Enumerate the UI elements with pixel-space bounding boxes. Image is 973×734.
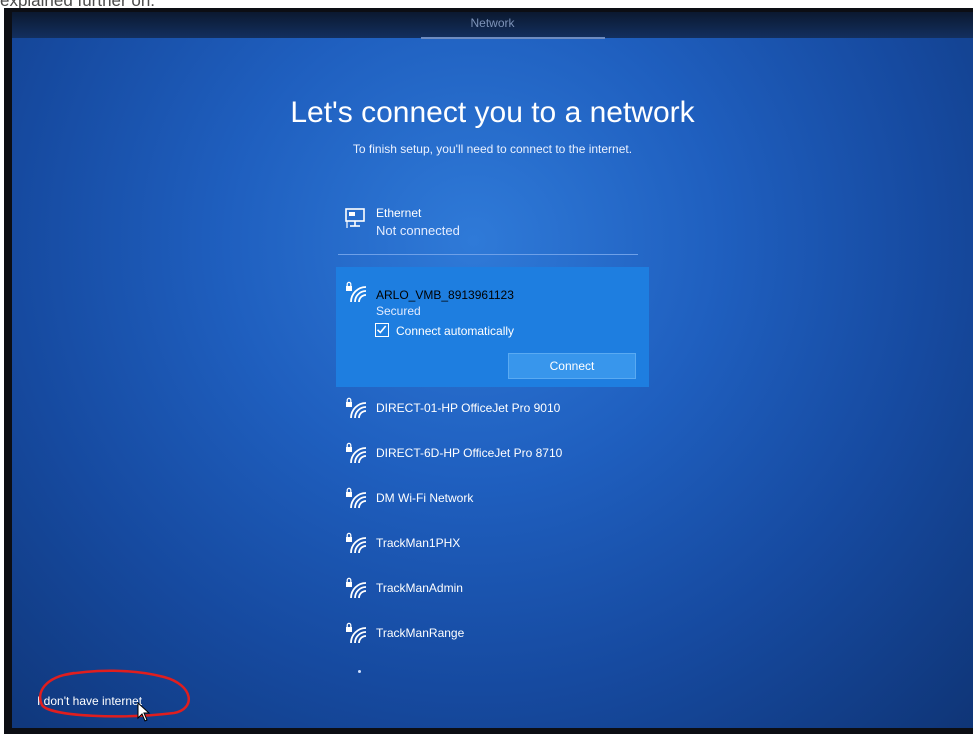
selected-network-name: ARLO_VMB_8913961123 bbox=[376, 288, 514, 302]
network-name: DM Wi-Fi Network bbox=[376, 491, 474, 505]
wifi-secured-icon bbox=[346, 281, 367, 303]
network-name: TrackManAdmin bbox=[376, 581, 463, 595]
wifi-secured-icon bbox=[346, 532, 367, 554]
network-item-selected[interactable]: ARLO_VMB_8913961123 Secured Connect auto… bbox=[336, 267, 649, 387]
network-item[interactable]: DIRECT-6D-HP OfficeJet Pro 8710 bbox=[342, 441, 652, 467]
connect-automatically-label: Connect automatically bbox=[396, 324, 515, 338]
network-item[interactable]: TrackManAdmin bbox=[342, 576, 652, 602]
ethernet-status: Not connected bbox=[376, 223, 460, 238]
setup-screen: Network Let's connect you to a network T… bbox=[12, 12, 973, 728]
page-subtitle: To finish setup, you'll need to connect … bbox=[352, 142, 633, 156]
title-bar: Network bbox=[12, 12, 973, 39]
ethernet-name: Ethernet bbox=[376, 206, 422, 220]
mouse-cursor-icon bbox=[137, 702, 151, 722]
scroll-indicator bbox=[358, 670, 361, 673]
divider bbox=[338, 254, 638, 255]
network-item[interactable]: TrackManRange bbox=[342, 621, 652, 647]
connect-automatically-checkbox[interactable] bbox=[375, 323, 389, 337]
connect-button[interactable]: Connect bbox=[508, 353, 636, 379]
ethernet-icon bbox=[345, 208, 365, 228]
photo: explained further on. Network Let's conn… bbox=[0, 0, 973, 734]
network-name: TrackMan1PHX bbox=[376, 536, 461, 550]
network-name: DIRECT-6D-HP OfficeJet Pro 8710 bbox=[376, 446, 563, 460]
network-item[interactable]: DM Wi-Fi Network bbox=[342, 486, 652, 512]
annotation-circle bbox=[39, 669, 190, 718]
window-title: Network bbox=[470, 16, 515, 30]
title-underline bbox=[421, 37, 605, 39]
wifi-secured-icon bbox=[346, 397, 367, 419]
wifi-secured-icon bbox=[346, 487, 367, 509]
page-title: Let's connect you to a network bbox=[290, 96, 695, 129]
wifi-secured-icon bbox=[346, 577, 367, 599]
network-item-ethernet[interactable]: Ethernet Not connected bbox=[342, 204, 652, 244]
network-item[interactable]: TrackMan1PHX bbox=[342, 531, 652, 557]
network-name: DIRECT-01-HP OfficeJet Pro 9010 bbox=[376, 401, 561, 415]
checkmark-icon bbox=[376, 325, 387, 334]
wifi-secured-icon bbox=[346, 442, 367, 464]
selected-network-status: Secured bbox=[376, 304, 421, 318]
wifi-secured-icon bbox=[346, 622, 367, 644]
network-name: TrackManRange bbox=[376, 626, 465, 640]
network-item[interactable]: DIRECT-01-HP OfficeJet Pro 9010 bbox=[342, 396, 652, 422]
